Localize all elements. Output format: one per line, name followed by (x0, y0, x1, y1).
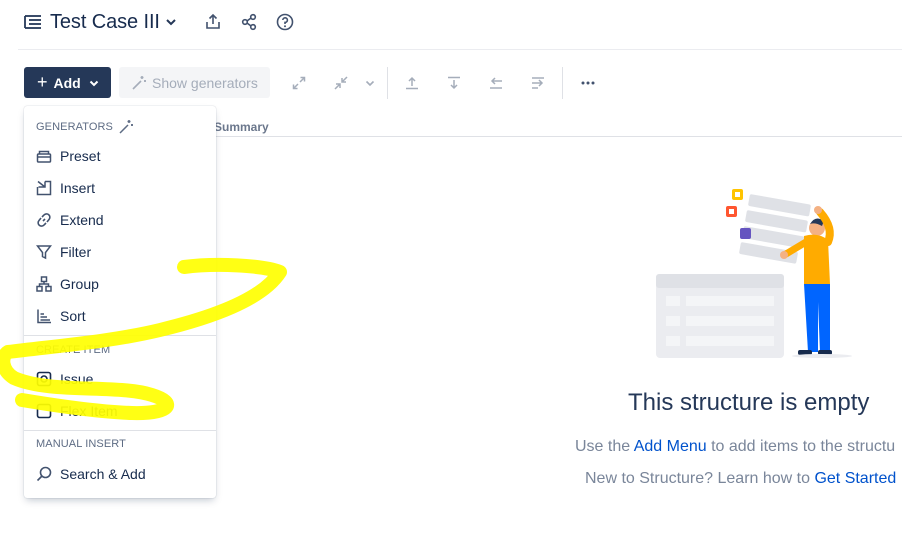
help-icon[interactable] (274, 11, 296, 33)
link-icon (36, 212, 52, 228)
magic-wand-icon (132, 75, 146, 90)
move-left-icon[interactable] (484, 71, 508, 95)
chevron-down-icon[interactable] (164, 15, 178, 29)
menu-item-label: Group (60, 276, 99, 292)
move-down-icon[interactable] (442, 71, 466, 95)
flex-item-icon (36, 403, 52, 419)
structure-doc-icon (24, 13, 42, 31)
expand-icon[interactable] (287, 71, 311, 95)
create-item-section-title: CREATE ITEM (36, 344, 110, 356)
header-divider (18, 49, 902, 50)
search-icon (36, 466, 52, 482)
generators-title-text: GENERATORS (36, 121, 113, 133)
menu-item-flex-item[interactable]: Flex Item (24, 396, 216, 426)
issue-icon (36, 371, 52, 387)
column-header-divider (214, 136, 902, 137)
add-button-label: Add (53, 74, 81, 91)
toolbar-divider (562, 66, 563, 99)
plus-icon: + (37, 71, 48, 92)
menu-item-label: Extend (60, 212, 104, 228)
generators-section-title: GENERATORS (36, 119, 134, 135)
filter-icon (36, 244, 52, 260)
menu-item-label: Insert (60, 180, 96, 196)
menu-item-label: Flex Item (60, 403, 118, 419)
add-button[interactable]: + Add (24, 67, 111, 98)
hint-text: Use the (575, 438, 634, 455)
menu-item-label: Filter (60, 244, 92, 260)
show-generators-button[interactable]: Show generators (119, 67, 270, 98)
create-title-text: CREATE ITEM (36, 344, 111, 356)
hint-text: New to Structure? Learn how to (585, 470, 815, 487)
preset-icon (36, 148, 52, 164)
menu-item-extend[interactable]: Extend (24, 205, 216, 235)
chevron-down-icon (87, 76, 101, 90)
insert-icon (36, 180, 52, 196)
summary-column-header[interactable]: Summary (214, 120, 269, 134)
menu-item-label: Issue (60, 371, 94, 387)
magic-wand-icon (119, 120, 133, 134)
sort-icon (36, 308, 52, 324)
empty-state-hint-1: Use the Add Menu to add items to the str… (575, 438, 895, 456)
toolbar-divider (387, 66, 388, 99)
menu-item-filter[interactable]: Filter (24, 237, 216, 267)
empty-state-hint-2: New to Structure? Learn how to Get Start… (585, 470, 896, 488)
page-header: Test Case III (24, 8, 296, 36)
menu-item-issue[interactable]: Issue (24, 364, 216, 394)
add-dropdown-menu: GENERATORS Preset Insert Extend Filter G… (24, 106, 216, 498)
move-up-icon[interactable] (400, 71, 424, 95)
more-icon[interactable] (576, 71, 600, 95)
get-started-link[interactable]: Get Started (814, 470, 896, 487)
hint-text: to add items to the structu (706, 438, 896, 455)
page-title[interactable]: Test Case III (50, 11, 160, 34)
toolbar: + Add Show generators (24, 66, 600, 99)
move-right-icon[interactable] (526, 71, 550, 95)
group-icon (36, 276, 52, 292)
menu-item-group[interactable]: Group (24, 269, 216, 299)
share-icon[interactable] (238, 11, 260, 33)
menu-item-insert[interactable]: Insert (24, 173, 216, 203)
export-icon[interactable] (202, 11, 224, 33)
menu-divider (24, 335, 216, 336)
empty-structure-illustration (656, 189, 852, 358)
empty-state-title: This structure is empty (628, 389, 870, 416)
menu-item-label: Search & Add (60, 466, 146, 482)
add-menu-link[interactable]: Add Menu (634, 438, 707, 455)
manual-insert-section-title: MANUAL INSERT (36, 438, 126, 450)
menu-item-label: Sort (60, 308, 86, 324)
menu-item-preset[interactable]: Preset (24, 141, 216, 171)
menu-item-search-add[interactable]: Search & Add (24, 459, 216, 489)
collapse-icon[interactable] (329, 71, 353, 95)
menu-item-label: Preset (60, 148, 101, 164)
show-generators-label: Show generators (152, 74, 258, 91)
chevron-down-icon[interactable] (363, 71, 377, 95)
menu-item-sort[interactable]: Sort (24, 301, 216, 331)
manual-title-text: MANUAL INSERT (36, 438, 126, 450)
menu-divider (24, 430, 216, 431)
